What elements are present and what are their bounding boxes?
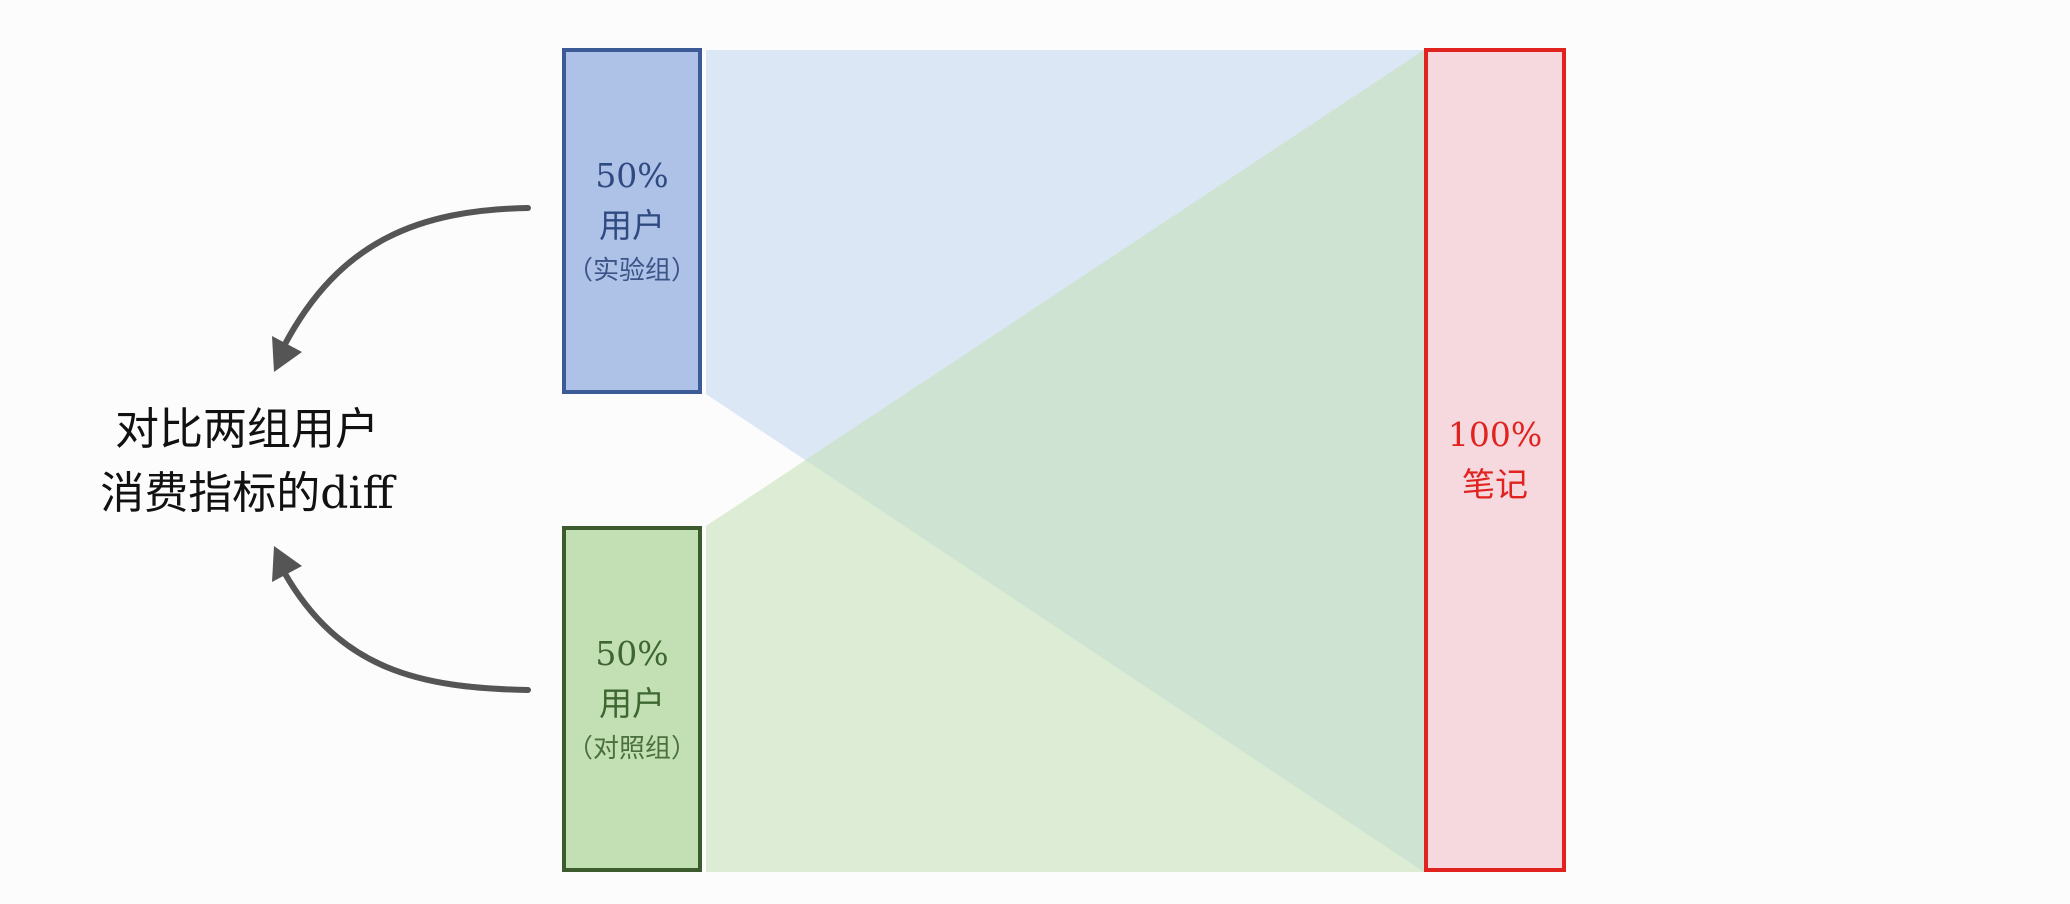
experiment-users-label: 用户 xyxy=(599,206,665,245)
experiment-group-label: （实验组） xyxy=(566,256,697,286)
arrow-from-experiment xyxy=(281,205,531,349)
experiment-percent: 50% xyxy=(595,156,669,195)
notes-box: 100% 笔记 xyxy=(1424,48,1566,872)
comparison-label-line1: 对比两组用户 xyxy=(115,404,379,455)
notes-label: 笔记 xyxy=(1462,465,1528,504)
control-group-label: （对照组） xyxy=(566,734,697,764)
control-group-box: 50% 用户 （对照组） xyxy=(562,526,702,872)
arrow-from-control xyxy=(281,569,531,693)
control-users-label: 用户 xyxy=(599,684,665,723)
control-percent: 50% xyxy=(595,634,669,673)
experiment-group-box: 50% 用户 （实验组） xyxy=(562,48,702,394)
comparison-label: 对比两组用户 消费指标的diff xyxy=(62,398,432,526)
notes-percent: 100% xyxy=(1447,415,1543,454)
comparison-label-line2: 消费指标的diff xyxy=(100,468,394,519)
